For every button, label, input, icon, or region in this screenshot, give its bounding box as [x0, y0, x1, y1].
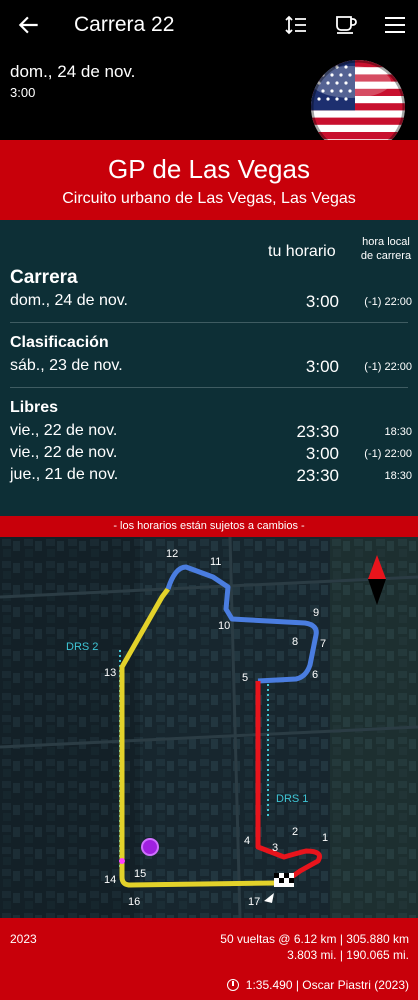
session-your-time: 23:30 [296, 466, 339, 485]
local-time-header-line1: hora local [362, 236, 410, 248]
lap-record-year: 2023 [10, 932, 37, 946]
coffee-cup-icon[interactable] [334, 13, 358, 37]
menu-icon[interactable] [383, 13, 407, 37]
local-time-header: hora local de carrera [356, 235, 416, 263]
session-local-time: 18:30 [384, 470, 412, 482]
turn-label: 16 [128, 896, 140, 908]
schedule-notice: - los horarios están sujetos a cambios - [0, 516, 418, 537]
turn-label: 5 [242, 672, 248, 684]
session-your-time: 3:00 [305, 444, 339, 463]
turn-label: 2 [292, 826, 298, 838]
track-map-canvas: DRS 2 DRS 1 1 2 3 4 5 6 7 8 9 10 11 12 1… [0, 537, 418, 918]
local-time-header-line2: de carrera [360, 250, 412, 262]
session-name-qualifying: Clasificación [10, 334, 109, 351]
back-arrow-icon[interactable] [16, 12, 42, 38]
sort-icon[interactable] [284, 13, 308, 37]
turn-label: 17 [248, 896, 260, 908]
turn-label: 15 [134, 868, 146, 880]
turn-label: 12 [166, 548, 178, 560]
session-your-time: 3:00 [305, 357, 339, 376]
race-distance-miles: 3.803 mi. | 190.065 mi. [287, 948, 409, 962]
circuit-name: Circuito urbano de Las Vegas, Las Vegas [62, 190, 356, 207]
session-date: sáb., 23 de nov. [10, 357, 123, 374]
turn-label: 1 [322, 832, 328, 844]
stopwatch-icon [227, 979, 240, 991]
grand-prix-banner: GP de Las Vegas Circuito urbano de Las V… [0, 140, 418, 220]
divider [10, 387, 408, 388]
pit-marker-icon [119, 858, 125, 864]
page-title: Carrera 22 [74, 13, 175, 36]
drs-1-label: DRS 1 [276, 793, 308, 805]
turn-label: 4 [244, 835, 250, 847]
lap-record-text: 1:35.490 | Oscar Piastri (2023) [245, 978, 409, 992]
session-local-time: (-1) 22:00 [364, 448, 412, 460]
divider [10, 322, 408, 323]
turn-label: 3 [272, 842, 278, 854]
turn-label: 8 [292, 636, 298, 648]
race-date: dom., 24 de nov. [10, 62, 136, 81]
session-date: vie., 22 de nov. [10, 422, 118, 439]
session-local-time: 18:30 [384, 426, 412, 438]
turn-label: 9 [313, 607, 319, 619]
session-name-practice: Libres [10, 399, 59, 416]
race-distance-km: 50 vueltas @ 6.12 km | 305.880 km [220, 932, 409, 946]
session-your-time: 23:30 [296, 422, 339, 441]
session-date: jue., 21 de nov. [10, 466, 119, 483]
session-your-time: 3:00 [305, 292, 339, 311]
session-date: dom., 24 de nov. [10, 292, 128, 309]
turn-label: 11 [210, 556, 221, 568]
turn-label: 7 [320, 638, 326, 650]
race-stats-footer: 2023 50 vueltas @ 6.12 km | 305.880 km 3… [0, 918, 418, 1000]
lap-record: 1:35.490 | Oscar Piastri (2023) [227, 978, 409, 992]
grand-prix-name: GP de Las Vegas [108, 154, 310, 184]
session-local-time: (-1) 22:00 [364, 296, 412, 308]
app-bar: Carrera 22 [0, 0, 418, 52]
track-map: DRS 2 DRS 1 1 2 3 4 5 6 7 8 9 10 11 12 1… [0, 537, 418, 918]
turn-label: 10 [218, 620, 230, 632]
your-time-header: tu horario [268, 243, 336, 260]
race-header: dom., 24 de nov. 3:00 [0, 52, 418, 154]
schedule-panel: tu horario hora local de carrera Carrera… [0, 220, 418, 516]
timing-marker-icon [141, 838, 159, 856]
turn-label: 13 [104, 667, 116, 679]
drs-2-label: DRS 2 [66, 641, 98, 653]
session-date: vie., 22 de nov. [10, 444, 118, 461]
race-time: 3:00 [10, 85, 36, 100]
turn-label: 6 [312, 669, 318, 681]
session-name-race: Carrera [10, 267, 78, 288]
session-local-time: (-1) 22:00 [364, 361, 412, 373]
turn-label: 14 [104, 874, 116, 886]
